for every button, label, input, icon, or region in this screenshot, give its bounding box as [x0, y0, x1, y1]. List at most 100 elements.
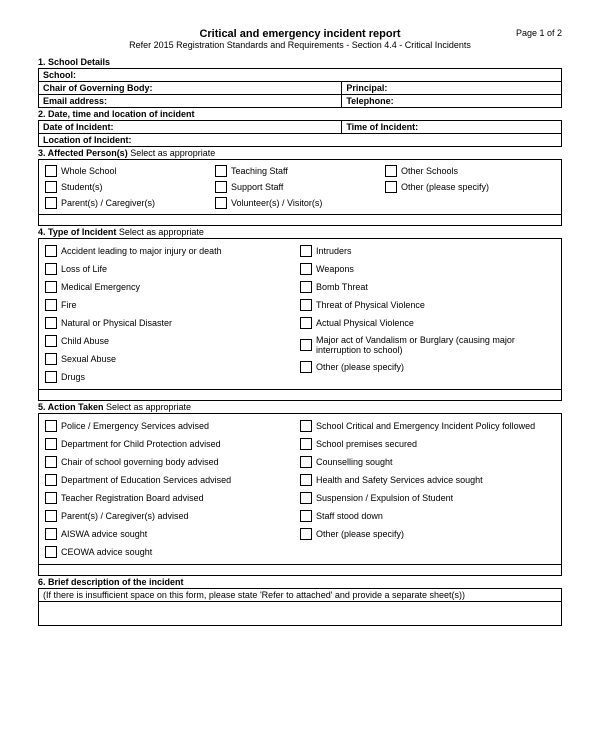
- action-row: Teacher Registration Board advised: [45, 489, 300, 507]
- action-label: Other (please specify): [316, 529, 404, 539]
- affected-row: Whole School: [45, 163, 215, 179]
- incident-checkbox[interactable]: [45, 299, 57, 311]
- action-label: CEOWA advice sought: [61, 547, 152, 557]
- action-label: Department of Education Services advised: [61, 475, 231, 485]
- section-3-hint: Select as appropriate: [130, 148, 215, 158]
- action-checkbox[interactable]: [45, 438, 57, 450]
- incident-row: Threat of Physical Violence: [300, 296, 555, 314]
- date-label[interactable]: Date of Incident:: [39, 121, 342, 134]
- incident-checkbox[interactable]: [300, 361, 312, 373]
- section-2-heading: 2. Date, time and location of incident: [38, 108, 562, 120]
- incident-label: Loss of Life: [61, 264, 107, 274]
- form-header: Page 1 of 2 Critical and emergency incid…: [38, 28, 562, 50]
- incident-row: Intruders: [300, 242, 555, 260]
- affected-row: Other (please specify): [385, 179, 555, 195]
- section-6-heading: 6. Brief description of the incident: [38, 576, 562, 588]
- affected-row: Support Staff: [215, 179, 385, 195]
- incident-checkbox[interactable]: [45, 281, 57, 293]
- action-checkbox[interactable]: [300, 474, 312, 486]
- incident-checkbox[interactable]: [45, 353, 57, 365]
- affected-checkbox[interactable]: [215, 181, 227, 193]
- action-row: Parent(s) / Caregiver(s) advised: [45, 507, 300, 525]
- incident-checkbox[interactable]: [45, 371, 57, 383]
- affected-label: Other (please specify): [401, 182, 489, 192]
- incident-row: Drugs: [45, 368, 300, 386]
- action-row: Department for Child Protection advised: [45, 435, 300, 453]
- action-row: School premises secured: [300, 435, 555, 453]
- action-row: Suspension / Expulsion of Student: [300, 489, 555, 507]
- action-label: Teacher Registration Board advised: [61, 493, 204, 503]
- action-row: School Critical and Emergency Incident P…: [300, 417, 555, 435]
- affected-label: Volunteer(s) / Visitor(s): [231, 198, 322, 208]
- incident-label: Actual Physical Violence: [316, 318, 414, 328]
- email-label[interactable]: Email address:: [39, 95, 342, 108]
- incident-checkbox[interactable]: [300, 317, 312, 329]
- incident-checkbox[interactable]: [45, 245, 57, 257]
- affected-row: Parent(s) / Caregiver(s): [45, 195, 215, 211]
- affected-checkbox[interactable]: [385, 165, 397, 177]
- description-input-area[interactable]: [38, 602, 562, 626]
- time-label[interactable]: Time of Incident:: [342, 121, 562, 134]
- incident-checkbox[interactable]: [300, 299, 312, 311]
- action-label: Suspension / Expulsion of Student: [316, 493, 453, 503]
- affected-row: Volunteer(s) / Visitor(s): [215, 195, 385, 211]
- incident-label: Sexual Abuse: [61, 354, 116, 364]
- affected-other-writeline[interactable]: [38, 215, 562, 226]
- action-label: Counselling sought: [316, 457, 393, 467]
- action-row: Staff stood down: [300, 507, 555, 525]
- incident-label: Bomb Threat: [316, 282, 368, 292]
- action-label: Health and Safety Services advice sought: [316, 475, 483, 485]
- action-checkbox[interactable]: [45, 456, 57, 468]
- incident-label: Accident leading to major injury or deat…: [61, 246, 222, 256]
- action-row: CEOWA advice sought: [45, 543, 300, 561]
- affected-checkbox[interactable]: [385, 181, 397, 193]
- incident-row: Bomb Threat: [300, 278, 555, 296]
- incident-label: Fire: [61, 300, 77, 310]
- action-checkbox[interactable]: [45, 546, 57, 558]
- incident-checkbox[interactable]: [45, 263, 57, 275]
- action-other-writeline[interactable]: [38, 565, 562, 576]
- action-checkbox[interactable]: [300, 420, 312, 432]
- action-checkbox[interactable]: [300, 528, 312, 540]
- incident-row: Fire: [45, 296, 300, 314]
- affected-row: Other Schools: [385, 163, 555, 179]
- action-checkbox[interactable]: [300, 492, 312, 504]
- action-checkbox[interactable]: [45, 510, 57, 522]
- principal-label[interactable]: Principal:: [342, 82, 562, 95]
- affected-checkbox[interactable]: [215, 197, 227, 209]
- action-checkbox[interactable]: [45, 492, 57, 504]
- action-checkbox[interactable]: [300, 510, 312, 522]
- incident-row: Sexual Abuse: [45, 350, 300, 368]
- incident-label: Threat of Physical Violence: [316, 300, 425, 310]
- affected-label: Support Staff: [231, 182, 283, 192]
- incident-label: Drugs: [61, 372, 85, 382]
- chair-label[interactable]: Chair of Governing Body:: [39, 82, 342, 95]
- incident-label: Medical Emergency: [61, 282, 140, 292]
- incident-checkbox[interactable]: [300, 339, 312, 351]
- action-checkbox[interactable]: [45, 420, 57, 432]
- telephone-label[interactable]: Telephone:: [342, 95, 562, 108]
- action-checkbox[interactable]: [300, 456, 312, 468]
- incident-checkbox[interactable]: [45, 317, 57, 329]
- school-label[interactable]: School:: [39, 69, 562, 82]
- action-checkbox[interactable]: [45, 474, 57, 486]
- action-label: Staff stood down: [316, 511, 383, 521]
- incident-checkbox[interactable]: [300, 263, 312, 275]
- action-row: Counselling sought: [300, 453, 555, 471]
- affected-checkbox[interactable]: [45, 165, 57, 177]
- action-checkbox[interactable]: [300, 438, 312, 450]
- incident-row: Medical Emergency: [45, 278, 300, 296]
- affected-checkbox[interactable]: [45, 181, 57, 193]
- location-label[interactable]: Location of Incident:: [39, 134, 562, 147]
- incident-checkbox[interactable]: [300, 281, 312, 293]
- action-checkbox[interactable]: [45, 528, 57, 540]
- section-4-title: 4. Type of Incident: [38, 227, 119, 237]
- incident-checkbox[interactable]: [300, 245, 312, 257]
- action-row: Chair of school governing body advised: [45, 453, 300, 471]
- incident-row: Natural or Physical Disaster: [45, 314, 300, 332]
- affected-checkbox[interactable]: [45, 197, 57, 209]
- incident-other-writeline[interactable]: [38, 390, 562, 401]
- affected-checkbox[interactable]: [215, 165, 227, 177]
- incident-checkbox[interactable]: [45, 335, 57, 347]
- incident-row: Accident leading to major injury or deat…: [45, 242, 300, 260]
